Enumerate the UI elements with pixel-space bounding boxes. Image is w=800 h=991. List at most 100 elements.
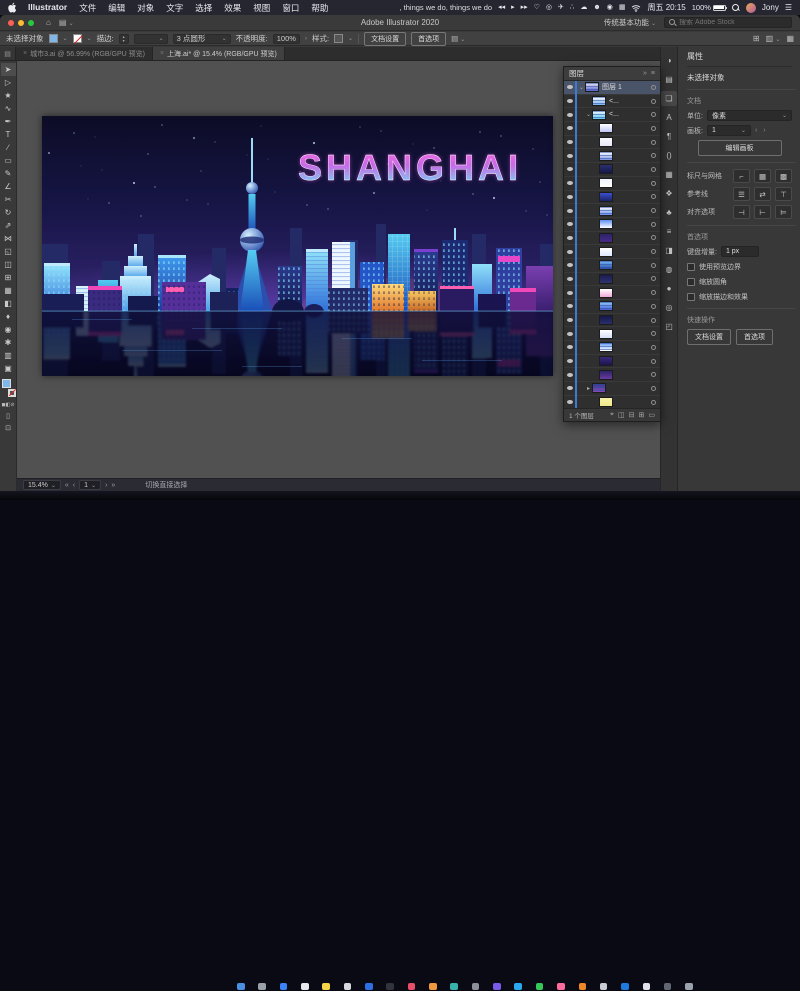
dock-app-14[interactable]	[514, 983, 522, 991]
dock-app-4[interactable]	[301, 983, 309, 991]
pencil-tool[interactable]: ∠	[1, 180, 16, 193]
menu-item-6[interactable]: 效果	[218, 2, 247, 14]
new-layer-icon[interactable]: ⊞	[639, 411, 645, 419]
dock-app-15[interactable]	[536, 983, 544, 991]
layer-row-15[interactable]	[564, 273, 660, 287]
pathfinder-panel-icon[interactable]: ❖	[661, 186, 677, 201]
layer-row-13[interactable]	[564, 245, 660, 259]
menu-item-3[interactable]: 对象	[131, 2, 160, 14]
grid-view-icon[interactable]: ⊞	[753, 34, 760, 43]
visibility-eye-icon[interactable]	[567, 291, 573, 295]
appearance-panel-icon[interactable]: ●	[661, 281, 677, 296]
layer-row-12[interactable]	[564, 232, 660, 246]
layer-row-2[interactable]: <...	[564, 95, 660, 109]
layer-row-5[interactable]	[564, 136, 660, 150]
opacity-field[interactable]: 100%	[273, 34, 300, 44]
heart-icon[interactable]: ♡	[534, 0, 540, 15]
visibility-eye-icon[interactable]	[567, 345, 573, 349]
layer-target-icon[interactable]	[651, 304, 656, 309]
next-artboard-icon[interactable]: ›	[105, 482, 107, 489]
expand-arrow-icon[interactable]: ⌄	[585, 111, 592, 118]
layer-row-7[interactable]	[564, 163, 660, 177]
fill-stroke-widget[interactable]	[1, 379, 16, 399]
menu-item-4[interactable]: 文字	[160, 2, 189, 14]
gradient-tool[interactable]: ◧	[1, 297, 16, 310]
layer-row-11[interactable]	[564, 218, 660, 232]
opentype-panel-icon[interactable]: ()	[661, 148, 677, 163]
collapse-panel-icon[interactable]: »	[643, 70, 647, 77]
prev-artboard-icon[interactable]: ‹	[73, 482, 75, 489]
zoom-window-button[interactable]	[28, 20, 34, 26]
layer-row-4[interactable]	[564, 122, 660, 136]
magic-wand-tool[interactable]: ★	[1, 89, 16, 102]
wifi-icon[interactable]	[631, 4, 641, 12]
brush-definition-dropdown[interactable]: 3 点圆形⌄	[173, 34, 231, 44]
layer-target-icon[interactable]	[651, 181, 656, 186]
apple-menu-icon[interactable]	[8, 2, 18, 13]
tab-layers[interactable]: 图层	[569, 68, 584, 79]
minimize-window-button[interactable]	[18, 20, 24, 26]
dock-app-11[interactable]	[450, 983, 458, 991]
eyedropper-tool[interactable]: ♦	[1, 310, 16, 323]
delete-layer-icon[interactable]: ▭	[648, 411, 655, 419]
paintbrush-tool[interactable]: ✎	[1, 167, 16, 180]
dock-app-2[interactable]	[258, 983, 266, 991]
menu-item-9[interactable]: 帮助	[305, 2, 334, 14]
layer-target-icon[interactable]	[651, 276, 656, 281]
checkbox[interactable]	[687, 263, 695, 271]
layer-target-icon[interactable]	[651, 99, 656, 104]
layer-target-icon[interactable]	[651, 359, 656, 364]
visibility-eye-icon[interactable]	[567, 85, 573, 89]
menu-item-8[interactable]: 窗口	[276, 2, 305, 14]
stroke-panel-icon[interactable]: ≡	[661, 224, 677, 239]
tab-corner-icon[interactable]: ▤	[0, 47, 16, 60]
quick-action-1[interactable]: 文档设置	[687, 329, 731, 345]
lasso-tool[interactable]: ∿	[1, 102, 16, 115]
stock-search-input[interactable]	[679, 19, 787, 26]
dock-app-1[interactable]	[237, 983, 245, 991]
layer-row-21[interactable]	[564, 355, 660, 369]
visibility-eye-icon[interactable]	[567, 236, 573, 240]
layer-target-icon[interactable]	[651, 85, 656, 90]
layer-row-9[interactable]	[564, 191, 660, 205]
stroke-none-swatch[interactable]	[8, 389, 16, 397]
none-mode-icon[interactable]: ⊘	[10, 402, 14, 408]
ghost-icon[interactable]: ☻	[593, 0, 600, 15]
menu-item-2[interactable]: 编辑	[102, 2, 131, 14]
dock-app-16[interactable]	[557, 983, 565, 991]
snap-icon-2[interactable]: ⊢	[754, 205, 771, 219]
dock-app-6[interactable]	[344, 983, 352, 991]
visibility-eye-icon[interactable]	[567, 359, 573, 363]
swatches-panel-icon[interactable]: ▤	[661, 72, 677, 87]
tab-properties[interactable]: 属性	[687, 51, 792, 67]
artboard-select[interactable]: 1⌄	[707, 125, 751, 136]
quick-action-2[interactable]: 首选项	[736, 329, 773, 345]
list-menu-icon[interactable]: ☰	[785, 0, 792, 15]
checkbox[interactable]	[687, 278, 695, 286]
document-tab-2[interactable]: ×上海.ai* @ 15.4% (RGB/GPU 预览)	[153, 47, 285, 60]
layer-row-20[interactable]	[564, 341, 660, 355]
layer-target-icon[interactable]	[651, 167, 656, 172]
screen-mode-icon[interactable]: ⊡	[5, 424, 11, 432]
blend-tool[interactable]: ◉	[1, 323, 16, 336]
camera-icon[interactable]: ◉	[607, 0, 613, 15]
keyboard-increment-input[interactable]: 1 px	[721, 246, 759, 257]
layer-row-3[interactable]: ⌄<...	[564, 108, 660, 122]
free-transform-tool[interactable]: ◱	[1, 245, 16, 258]
window-icon[interactable]: ▦	[619, 0, 626, 15]
line-segment-tool[interactable]: ∕	[1, 141, 16, 154]
visibility-eye-icon[interactable]	[567, 318, 573, 322]
visibility-eye-icon[interactable]	[567, 277, 573, 281]
panels-icon[interactable]: ▦	[786, 34, 794, 43]
ruler-grid-icon-1[interactable]: ⌐	[733, 169, 750, 183]
layer-target-icon[interactable]	[651, 126, 656, 131]
layer-row-1[interactable]: ⌄图层 1	[564, 81, 660, 95]
circle-icon[interactable]: ◎	[546, 0, 552, 15]
style-swatch[interactable]	[334, 34, 343, 43]
artboard-tool[interactable]: ▣	[1, 362, 16, 375]
close-window-button[interactable]	[8, 20, 14, 26]
draw-mode-icon[interactable]: ▯	[6, 412, 10, 420]
dock-app-12[interactable]	[472, 983, 480, 991]
menu-item-7[interactable]: 视图	[247, 2, 276, 14]
direct-selection-tool[interactable]: ▷	[1, 76, 16, 89]
